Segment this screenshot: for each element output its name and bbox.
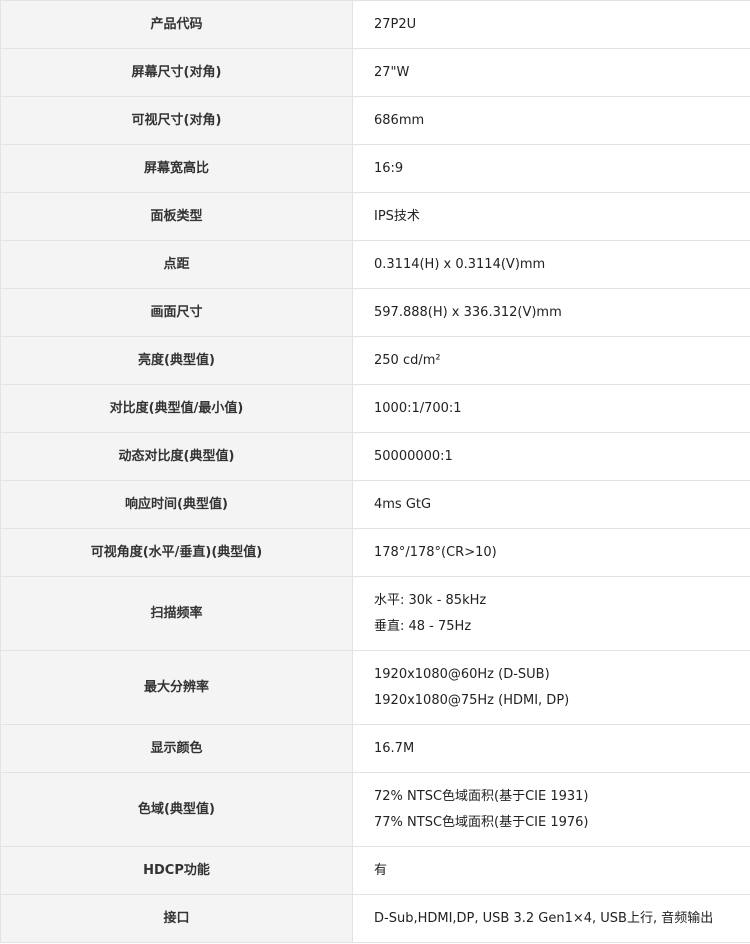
spec-value-line: 72% NTSC色域面积(基于CIE 1931) [374,788,589,804]
table-row: 屏幕宽高比 16:9 [0,144,750,193]
spec-value: 有 [352,846,750,895]
table-row: 显示颜色 16.7M [0,724,750,773]
spec-label: 面板类型 [0,192,353,241]
spec-value-line: 16:9 [374,160,404,176]
spec-value: 72% NTSC色域面积(基于CIE 1931) 77% NTSC色域面积(基于… [352,772,750,847]
spec-value: IPS技术 [352,192,750,241]
table-row: 对比度(典型值/最小值) 1000:1/700:1 [0,384,750,433]
spec-label: HDCP功能 [0,846,353,895]
spec-value-line: 50000000:1 [374,448,453,464]
spec-label: 最大分辨率 [0,650,353,725]
spec-label: 色域(典型值) [0,772,353,847]
spec-value-line: 178°/178°(CR>10) [374,544,497,560]
spec-value-line: 16.7M [374,740,415,756]
spec-label: 对比度(典型值/最小值) [0,384,353,433]
spec-value: 水平: 30k - 85kHz 垂直: 48 - 75Hz [352,576,750,651]
spec-value-line: 0.3114(H) x 0.3114(V)mm [374,256,546,272]
table-row: 可视尺寸(对角) 686mm [0,96,750,145]
spec-label: 亮度(典型值) [0,336,353,385]
spec-value: 50000000:1 [352,432,750,481]
spec-value-line: 有 [374,862,388,878]
table-row: 点距 0.3114(H) x 0.3114(V)mm [0,240,750,289]
spec-value: 16.7M [352,724,750,773]
spec-table-body: 产品代码 27P2U 屏幕尺寸(对角) 27"W 可视尺寸(对角) 686mm … [0,0,750,943]
spec-label: 可视角度(水平/垂直)(典型值) [0,528,353,577]
spec-label: 点距 [0,240,353,289]
table-row: HDCP功能 有 [0,846,750,895]
spec-value: 178°/178°(CR>10) [352,528,750,577]
spec-value-line: 597.888(H) x 336.312(V)mm [374,304,562,320]
spec-label: 画面尺寸 [0,288,353,337]
spec-value: 597.888(H) x 336.312(V)mm [352,288,750,337]
table-row: 屏幕尺寸(对角) 27"W [0,48,750,97]
spec-value-line: 27P2U [374,16,417,32]
spec-value-line: 1920x1080@75Hz (HDMI, DP) [374,692,570,708]
table-row: 扫描频率 水平: 30k - 85kHz 垂直: 48 - 75Hz [0,576,750,651]
spec-label: 动态对比度(典型值) [0,432,353,481]
table-row: 画面尺寸 597.888(H) x 336.312(V)mm [0,288,750,337]
spec-value-line: 1920x1080@60Hz (D-SUB) [374,666,550,682]
spec-label: 屏幕尺寸(对角) [0,48,353,97]
spec-label: 产品代码 [0,0,353,49]
spec-value: 1920x1080@60Hz (D-SUB) 1920x1080@75Hz (H… [352,650,750,725]
spec-value: 27P2U [352,0,750,49]
spec-value-line: 77% NTSC色域面积(基于CIE 1976) [374,814,589,830]
spec-value-line: 水平: 30k - 85kHz [374,592,487,608]
spec-label: 显示颜色 [0,724,353,773]
spec-value: 686mm [352,96,750,145]
spec-value: 4ms GtG [352,480,750,529]
spec-value: 0.3114(H) x 0.3114(V)mm [352,240,750,289]
spec-value: 16:9 [352,144,750,193]
spec-table: 产品代码 27P2U 屏幕尺寸(对角) 27"W 可视尺寸(对角) 686mm … [0,0,750,943]
spec-label: 扫描频率 [0,576,353,651]
spec-label: 屏幕宽高比 [0,144,353,193]
table-row: 动态对比度(典型值) 50000000:1 [0,432,750,481]
spec-value: D-Sub,HDMI,DP, USB 3.2 Gen1×4, USB上行, 音频… [352,894,750,943]
spec-value: 27"W [352,48,750,97]
spec-value-line: 4ms GtG [374,496,432,512]
spec-value-line: IPS技术 [374,208,420,224]
table-row: 响应时间(典型值) 4ms GtG [0,480,750,529]
table-row: 产品代码 27P2U [0,0,750,49]
spec-value: 1000:1/700:1 [352,384,750,433]
spec-value-line: 27"W [374,64,410,80]
table-row: 面板类型 IPS技术 [0,192,750,241]
spec-value-line: 250 cd/m² [374,352,441,368]
spec-value-line: 1000:1/700:1 [374,400,462,416]
spec-value-line: D-Sub,HDMI,DP, USB 3.2 Gen1×4, USB上行, 音频… [374,910,714,926]
spec-value-line: 686mm [374,112,425,128]
table-row: 可视角度(水平/垂直)(典型值) 178°/178°(CR>10) [0,528,750,577]
table-row: 亮度(典型值) 250 cd/m² [0,336,750,385]
spec-label: 响应时间(典型值) [0,480,353,529]
table-row: 最大分辨率 1920x1080@60Hz (D-SUB) 1920x1080@7… [0,650,750,725]
spec-value-line: 垂直: 48 - 75Hz [374,618,472,634]
spec-label: 接口 [0,894,353,943]
table-row: 接口 D-Sub,HDMI,DP, USB 3.2 Gen1×4, USB上行,… [0,894,750,943]
spec-value: 250 cd/m² [352,336,750,385]
table-row: 色域(典型值) 72% NTSC色域面积(基于CIE 1931) 77% NTS… [0,772,750,847]
spec-label: 可视尺寸(对角) [0,96,353,145]
